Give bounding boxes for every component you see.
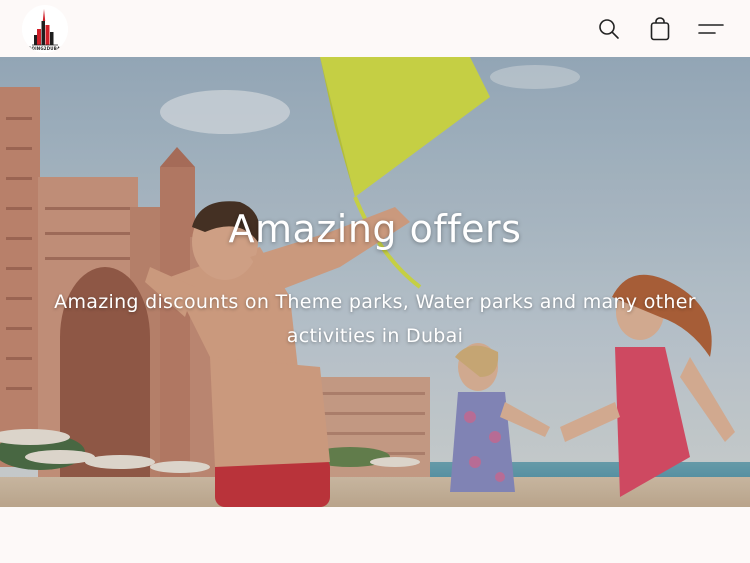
- hero-title: Amazing offers: [228, 207, 522, 251]
- hero-banner: Amazing offers Amazing discounts on Them…: [0, 57, 750, 507]
- site-logo[interactable]: GOING2DUBAI: [22, 5, 68, 53]
- search-icon: [599, 19, 619, 39]
- hero-overlay: [0, 57, 750, 507]
- menu-icon: [698, 24, 724, 34]
- shopping-bag-icon: [650, 17, 670, 41]
- site-header: GOING2DUBAI: [0, 0, 750, 57]
- hero-subtitle: Amazing discounts on Theme parks, Water …: [54, 291, 696, 347]
- search-button[interactable]: [594, 14, 624, 44]
- logo-text: GOING2DUBAI: [28, 46, 62, 51]
- below-hero-section: [0, 507, 750, 563]
- menu-button[interactable]: [696, 14, 726, 44]
- cart-button[interactable]: [645, 14, 675, 44]
